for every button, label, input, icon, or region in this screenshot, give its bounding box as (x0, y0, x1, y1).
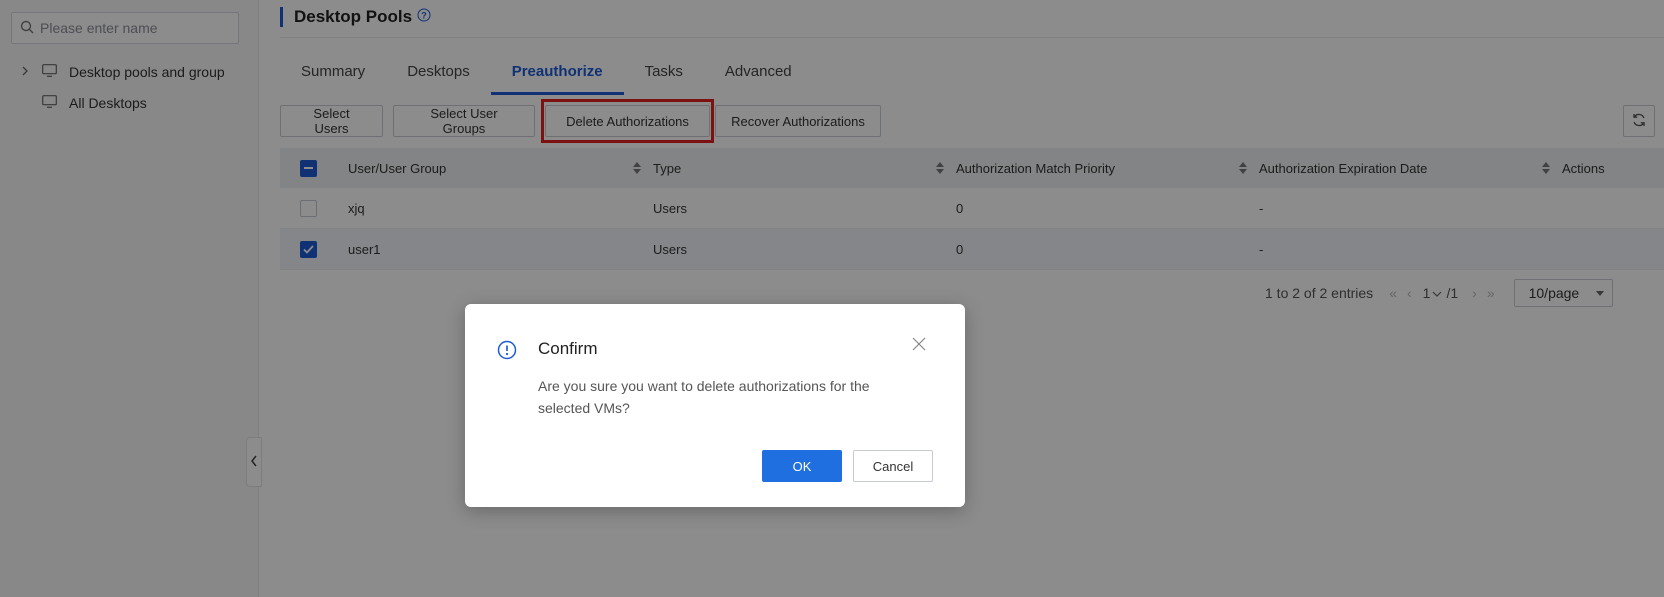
dialog-title: Confirm (538, 339, 598, 358)
modal-overlay[interactable] (0, 0, 1664, 597)
info-circle-icon (497, 340, 517, 363)
dialog-message: Are you sure you want to delete authoriz… (538, 378, 870, 416)
close-icon[interactable] (912, 337, 930, 355)
cancel-button[interactable]: Cancel (853, 450, 933, 482)
ok-button[interactable]: OK (762, 450, 842, 482)
confirm-dialog: Confirm Are you sure you want to delete … (465, 304, 965, 507)
